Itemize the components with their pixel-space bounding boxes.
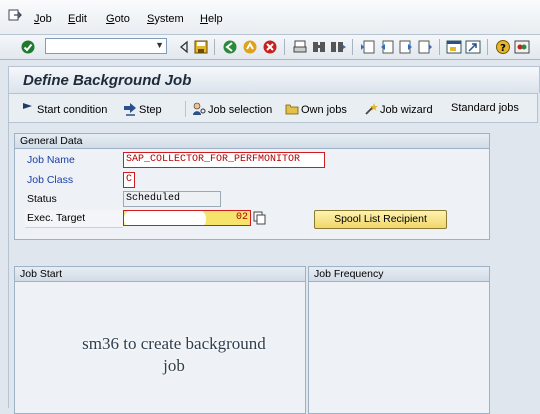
shortcut-icon[interactable] [465, 39, 481, 55]
find-icon[interactable] [311, 39, 327, 55]
command-field[interactable]: ▼ [45, 38, 167, 54]
status-field: Scheduled [123, 191, 221, 207]
status-label: Status [27, 193, 57, 205]
menu-item-edit[interactable]: Edit [68, 13, 87, 25]
application-toolbar: Start condition Step Job selection Own j… [8, 93, 538, 123]
general-data-header: General Data [15, 134, 489, 149]
exec-target-label: Exec. Target [25, 210, 123, 228]
job-class-label: Job Class [27, 174, 74, 186]
job-wizard-button[interactable]: Job wizard [364, 102, 433, 116]
menu-item-goto[interactable]: Goto [106, 13, 130, 25]
spool-list-recipient-button[interactable]: Spool List Recipient [314, 210, 447, 229]
step-button[interactable]: Step [123, 102, 162, 116]
cancel-icon[interactable] [262, 39, 278, 55]
redacted-area [124, 211, 206, 225]
person-search-icon [193, 102, 206, 115]
first-page-icon[interactable] [360, 39, 376, 55]
previous-page-icon[interactable] [379, 39, 395, 55]
standard-toolbar: ▼ ? [0, 35, 540, 60]
screen-title-bar: Define Background Job [8, 66, 540, 93]
job-start-header: Job Start [15, 267, 305, 282]
job-frequency-header: Job Frequency [309, 267, 489, 282]
job-name-field[interactable]: SAP_COLLECTOR_FOR_PERFMONITOR [123, 152, 325, 168]
print-icon[interactable] [292, 39, 308, 55]
help-icon[interactable]: ? [495, 39, 511, 55]
standard-jobs-button[interactable]: Standard jobs [451, 102, 519, 114]
page-title: Define Background Job [23, 72, 192, 89]
command-dropdown-icon[interactable]: ▼ [155, 40, 164, 50]
overlay-caption: sm36 to create background job [82, 334, 266, 375]
menu-item-job[interactable]: Job [34, 13, 52, 25]
copy-icon[interactable] [253, 211, 266, 225]
job-selection-button[interactable]: Job selection [192, 102, 272, 116]
system-menu-icon[interactable] [8, 8, 22, 22]
own-jobs-button[interactable]: Own jobs [285, 102, 347, 116]
folder-icon [285, 104, 299, 115]
collapse-triangle-icon[interactable] [176, 39, 192, 55]
last-page-icon[interactable] [417, 39, 433, 55]
job-frequency-group: Job Frequency [308, 266, 490, 414]
job-class-field[interactable]: C [123, 172, 135, 188]
magic-wand-icon [365, 103, 378, 115]
enter-checkmark-icon[interactable] [20, 39, 36, 55]
menu-item-help[interactable]: Help [200, 13, 223, 25]
menu-item-job-rest: ob [39, 13, 52, 25]
content-area: General Data Job Name SAP_COLLECTOR_FOR_… [8, 123, 539, 414]
create-session-icon[interactable] [446, 39, 462, 55]
menu-bar: Job Edit Goto System Help [0, 0, 540, 35]
menu-item-system[interactable]: System [147, 13, 184, 25]
exec-target-field[interactable]: 02 [123, 210, 251, 226]
back-icon[interactable] [222, 39, 238, 55]
customize-layout-icon[interactable] [514, 39, 530, 55]
step-icon [124, 103, 136, 116]
exit-icon[interactable] [242, 39, 258, 55]
find-next-icon[interactable] [330, 39, 346, 55]
svg-text:?: ? [500, 43, 506, 54]
start-condition-icon [23, 103, 32, 115]
save-icon[interactable] [193, 39, 209, 55]
general-data-group: General Data Job Name SAP_COLLECTOR_FOR_… [14, 133, 490, 240]
next-page-icon[interactable] [398, 39, 414, 55]
start-condition-button[interactable]: Start condition [21, 102, 107, 116]
job-name-label: Job Name [27, 154, 75, 166]
